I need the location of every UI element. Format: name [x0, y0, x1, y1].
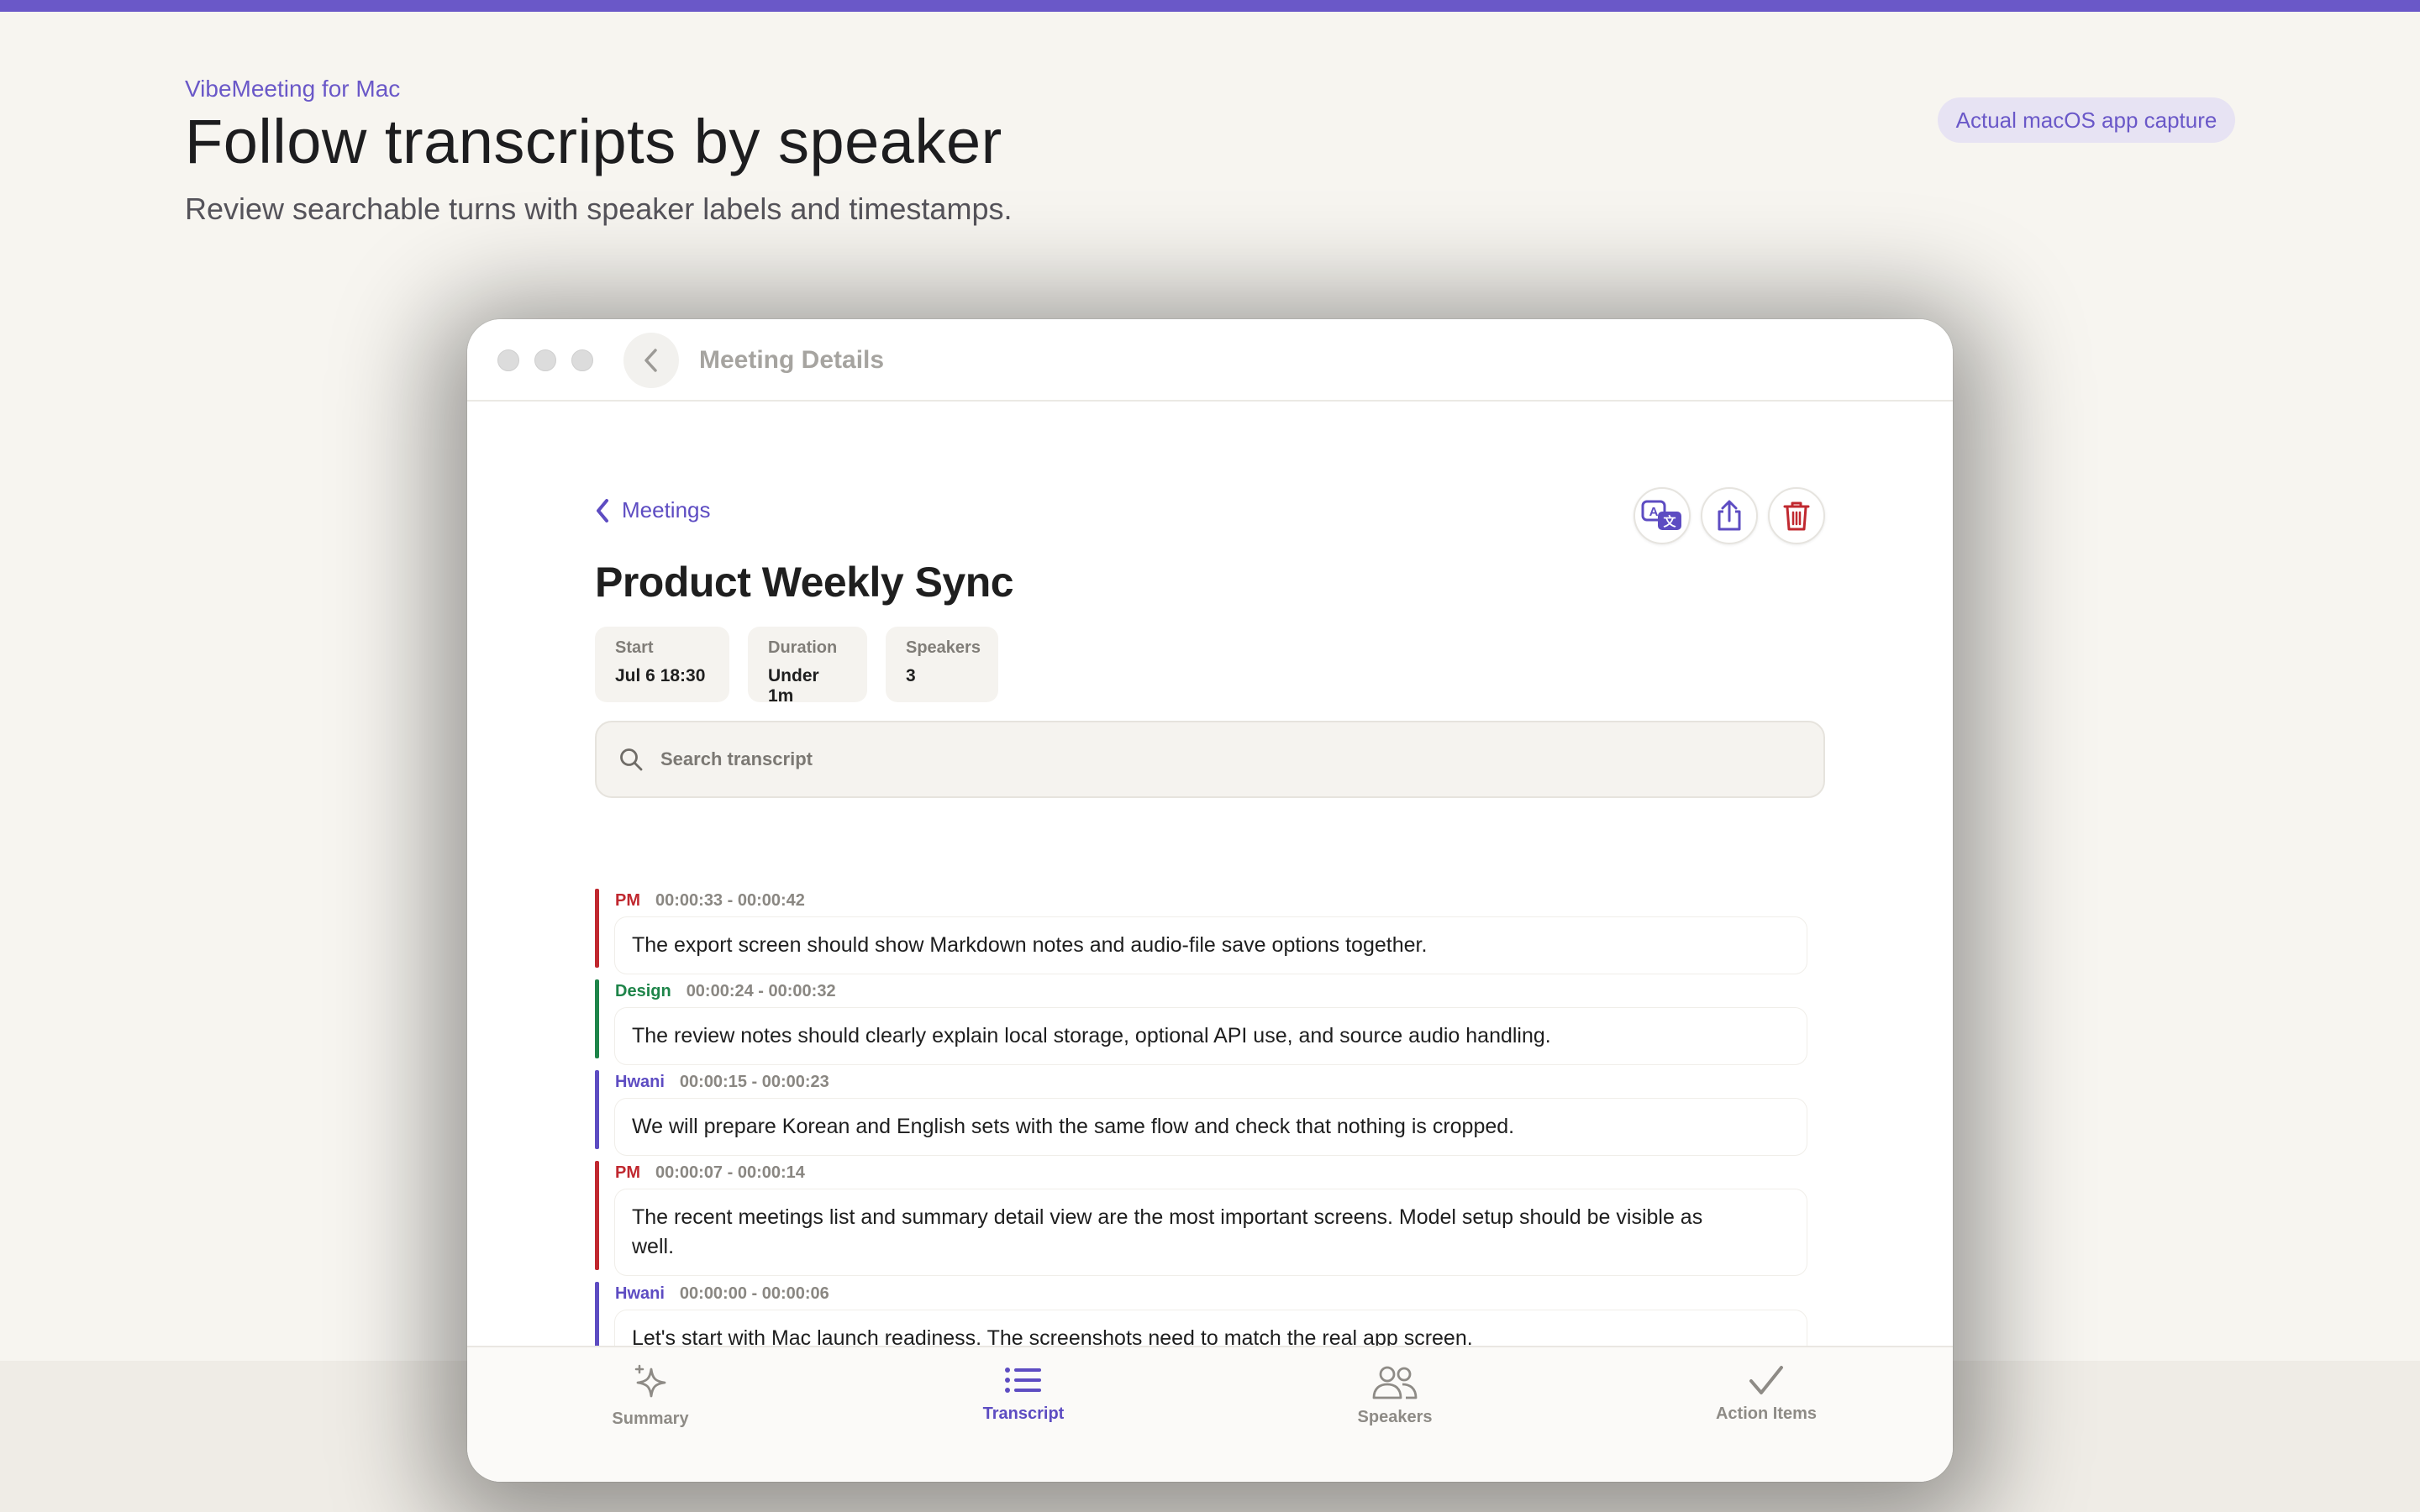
turn-meta: Design 00:00:24 - 00:00:32 [615, 979, 836, 1003]
checkmark-icon [1749, 1366, 1783, 1394]
list-icon [1005, 1368, 1041, 1393]
page-subtitle: Review searchable turns with speaker lab… [185, 192, 1013, 226]
chevron-left-icon [644, 349, 657, 372]
stat-chip-speakers: Speakers 3 [886, 627, 998, 702]
speaker-label[interactable]: PM [615, 1163, 640, 1183]
trash-icon [1783, 501, 1810, 531]
meetings-back-label: Meetings [622, 497, 711, 522]
translate-button[interactable]: A 文 [1634, 487, 1691, 544]
window-titlebar: Meeting Details [467, 319, 1953, 402]
share-button[interactable] [1701, 487, 1758, 544]
svg-text:文: 文 [1663, 514, 1676, 529]
search-icon [620, 748, 643, 771]
tab-action-items[interactable]: Action Items [1682, 1364, 1850, 1424]
tab-label: Transcript [982, 1404, 1065, 1423]
transcript-search-box[interactable] [595, 721, 1825, 798]
turn-text: The review notes should clearly explain … [615, 1008, 1807, 1064]
turn-timestamp[interactable]: 00:00:15 - 00:00:23 [680, 1073, 829, 1092]
window-zoom-button[interactable] [571, 349, 593, 371]
stat-label: Duration [768, 638, 838, 657]
turn-timestamp[interactable]: 00:00:24 - 00:00:32 [687, 982, 836, 1001]
stat-chip-duration: Duration Under 1m [748, 627, 867, 706]
turn-meta: Hwani 00:00:00 - 00:00:06 [615, 1282, 829, 1305]
stat-label: Start [615, 638, 654, 657]
tab-transcript[interactable]: Transcript [939, 1364, 1107, 1424]
stat-value: Jul 6 18:30 [615, 666, 706, 685]
speaker-label[interactable]: Hwani [615, 1284, 665, 1304]
eyebrow-label: VibeMeeting for Mac [185, 76, 401, 102]
transcript-turn: PM 00:00:07 - 00:00:14 The recent meetin… [595, 1161, 1825, 1275]
turn-meta: PM 00:00:07 - 00:00:14 [615, 1161, 805, 1184]
tab-label: Summary [612, 1410, 689, 1428]
meeting-detail-content: Meetings A 文 Product Weekly Sync Start J… [467, 403, 1953, 1367]
turn-text: The recent meetings list and summary det… [615, 1189, 1807, 1275]
bottom-tab-bar: Summary Transcript Speakers Action Items [467, 1346, 1953, 1482]
window-title: Meeting Details [699, 346, 885, 374]
translate-icon: A 文 [1641, 500, 1681, 530]
tab-label: Speakers [1357, 1408, 1433, 1426]
stat-value: Under 1m [768, 666, 819, 706]
tab-speakers[interactable]: Speakers [1311, 1364, 1479, 1427]
window-minimize-button[interactable] [534, 349, 556, 371]
speaker-stripe [595, 1161, 599, 1270]
turn-text: The export screen should show Markdown n… [615, 917, 1807, 974]
svg-text:A: A [1649, 505, 1659, 519]
capture-badge: Actual macOS app capture [1938, 97, 2235, 143]
top-accent-bar [0, 0, 2420, 12]
speaker-stripe [595, 1070, 599, 1149]
sparkle-icon [634, 1364, 666, 1398]
turn-timestamp[interactable]: 00:00:00 - 00:00:06 [680, 1284, 829, 1304]
titlebar-back-button[interactable] [623, 333, 679, 388]
page-headline: Follow transcripts by speaker [185, 107, 1002, 176]
tab-summary[interactable]: Summary [566, 1364, 734, 1429]
turn-meta: Hwani 00:00:15 - 00:00:23 [615, 1070, 829, 1094]
turn-timestamp[interactable]: 00:00:07 - 00:00:14 [655, 1163, 805, 1183]
speaker-label[interactable]: PM [615, 891, 640, 911]
transcript-turn: PM 00:00:33 - 00:00:42 The export screen… [595, 889, 1825, 974]
transcript-turn: Design 00:00:24 - 00:00:32 The review no… [595, 979, 1825, 1064]
meetings-back-link[interactable]: Meetings [595, 497, 711, 523]
search-input[interactable] [660, 748, 1753, 770]
turn-text: We will prepare Korean and English sets … [615, 1099, 1807, 1155]
stat-chip-start: Start Jul 6 18:30 [595, 627, 729, 702]
meeting-title: Product Weekly Sync [595, 559, 1014, 606]
people-icon [1372, 1366, 1418, 1399]
window-close-button[interactable] [497, 349, 519, 371]
app-window: Meeting Details Meetings A 文 Product Wee… [467, 319, 1953, 1482]
turn-meta: PM 00:00:33 - 00:00:42 [615, 889, 805, 912]
share-icon [1718, 500, 1741, 531]
speaker-label[interactable]: Hwani [615, 1073, 665, 1092]
speaker-stripe [595, 979, 599, 1058]
stat-value: 3 [906, 666, 916, 685]
speaker-label[interactable]: Design [615, 982, 671, 1001]
chevron-left-icon [597, 498, 608, 522]
transcript-turn: Hwani 00:00:15 - 00:00:23 We will prepar… [595, 1070, 1825, 1155]
tab-label: Action Items [1715, 1404, 1818, 1423]
delete-button[interactable] [1768, 487, 1825, 544]
stat-label: Speakers [906, 638, 981, 657]
speaker-stripe [595, 889, 599, 968]
turn-timestamp[interactable]: 00:00:33 - 00:00:42 [655, 891, 805, 911]
